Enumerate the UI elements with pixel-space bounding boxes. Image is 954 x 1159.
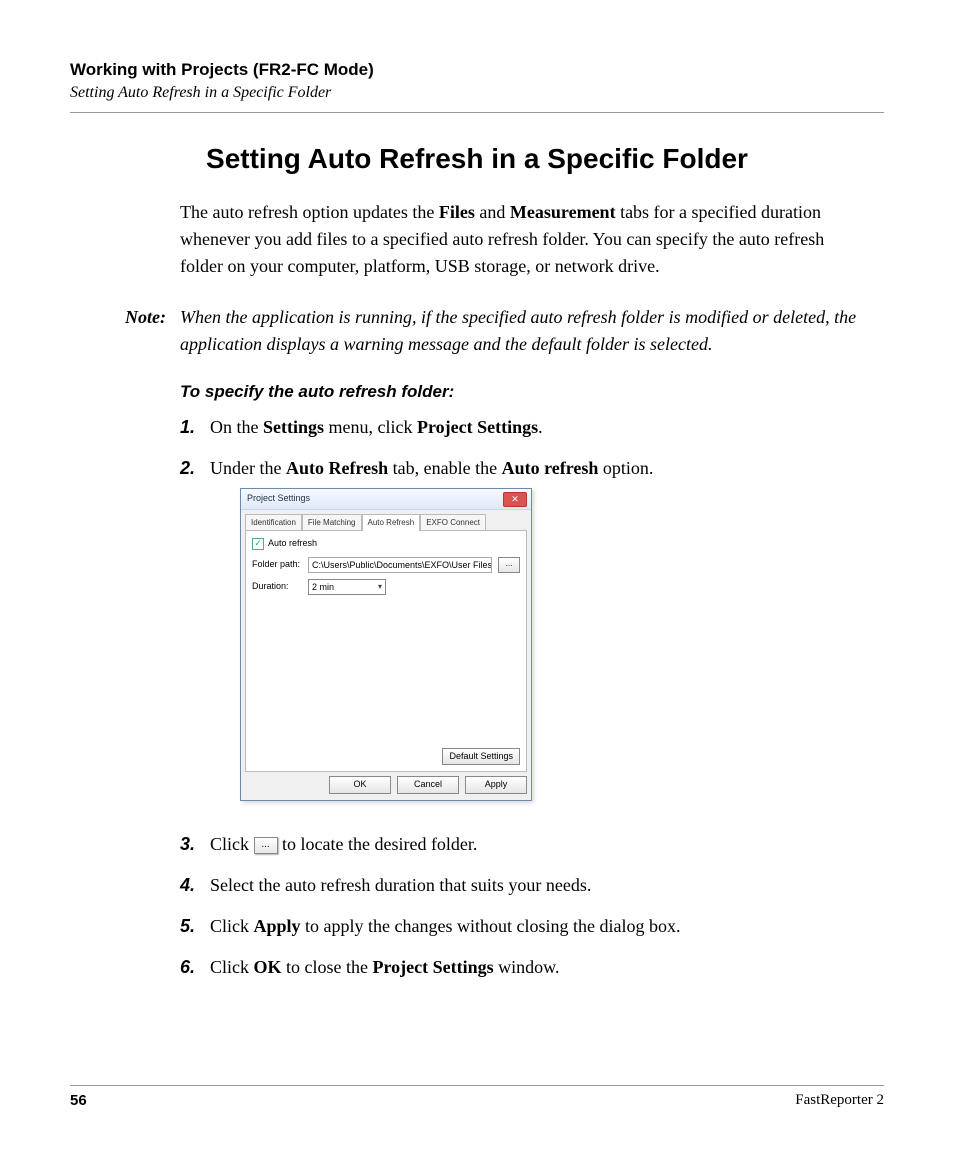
step-bold: Auto refresh <box>502 458 599 478</box>
step-bold: Apply <box>254 916 301 936</box>
step-text: to close the <box>282 957 373 977</box>
header-divider <box>70 112 884 113</box>
note-label: Note: <box>70 304 180 358</box>
cancel-button[interactable]: Cancel <box>397 776 459 794</box>
step-text: Under the <box>210 458 286 478</box>
intro-text: and <box>475 202 510 222</box>
step-text: Click <box>210 916 254 936</box>
default-settings-button[interactable]: Default Settings <box>442 748 520 766</box>
page-title: Setting Auto Refresh in a Specific Folde… <box>70 143 884 175</box>
step-number: 6. <box>180 954 210 981</box>
duration-label: Duration: <box>252 580 302 594</box>
product-name: FastReporter 2 <box>795 1092 884 1109</box>
step-1: 1. On the Settings menu, click Project S… <box>180 414 864 441</box>
step-3: 3. Click ... to locate the desired folde… <box>180 831 864 858</box>
step-number: 5. <box>180 913 210 940</box>
step-text: Click <box>210 834 254 854</box>
step-bold: Project Settings <box>373 957 494 977</box>
note-text: When the application is running, if the … <box>180 304 884 358</box>
folder-path-label: Folder path: <box>252 558 302 572</box>
tab-exfo-connect[interactable]: EXFO Connect <box>420 514 486 531</box>
step-text: On the <box>210 417 263 437</box>
page-footer: 56 FastReporter 2 <box>70 1085 884 1109</box>
step-text: window. <box>494 957 560 977</box>
intro-paragraph: The auto refresh option updates the File… <box>180 199 864 280</box>
auto-refresh-checkbox-label: Auto refresh <box>268 537 317 551</box>
tab-auto-refresh[interactable]: Auto Refresh <box>362 514 421 531</box>
step-text: option. <box>598 458 653 478</box>
dialog-titlebar: Project Settings ✕ <box>241 489 531 510</box>
step-text: . <box>538 417 543 437</box>
step-2: 2. Under the Auto Refresh tab, enable th… <box>180 455 864 817</box>
ok-button[interactable]: OK <box>329 776 391 794</box>
folder-path-field[interactable]: C:\Users\Public\Documents\EXFO\User File… <box>308 557 492 573</box>
browse-button[interactable]: ... <box>498 557 520 573</box>
project-settings-dialog: Project Settings ✕ Identification File M… <box>240 488 532 801</box>
step-bold: Auto Refresh <box>286 458 388 478</box>
step-5: 5. Click Apply to apply the changes with… <box>180 913 864 940</box>
footer-divider <box>70 1085 884 1086</box>
step-text: menu, click <box>324 417 417 437</box>
step-number: 3. <box>180 831 210 858</box>
note-block: Note: When the application is running, i… <box>70 304 884 358</box>
step-text: Click <box>210 957 254 977</box>
step-bold: Project Settings <box>417 417 538 437</box>
header-breadcrumb: Working with Projects (FR2-FC Mode) <box>70 60 884 80</box>
intro-bold-files: Files <box>439 202 475 222</box>
tab-identification[interactable]: Identification <box>245 514 302 531</box>
dialog-title: Project Settings <box>245 492 310 506</box>
browse-icon: ... <box>254 837 278 854</box>
step-bold: Settings <box>263 417 324 437</box>
step-bold: OK <box>254 957 282 977</box>
tab-file-matching[interactable]: File Matching <box>302 514 362 531</box>
duration-select[interactable]: 2 min <box>308 579 386 595</box>
auto-refresh-checkbox[interactable]: ✓ <box>252 538 264 550</box>
intro-text: The auto refresh option updates the <box>180 202 439 222</box>
step-number: 2. <box>180 455 210 817</box>
close-button[interactable]: ✕ <box>503 492 527 507</box>
intro-bold-measurement: Measurement <box>510 202 616 222</box>
step-text: to apply the changes without closing the… <box>301 916 681 936</box>
step-text: tab, enable the <box>388 458 501 478</box>
page-number: 56 <box>70 1092 87 1109</box>
apply-button[interactable]: Apply <box>465 776 527 794</box>
step-number: 1. <box>180 414 210 441</box>
step-text: to locate the desired folder. <box>282 834 477 854</box>
step-4: 4. Select the auto refresh duration that… <box>180 872 864 899</box>
step-6: 6. Click OK to close the Project Setting… <box>180 954 864 981</box>
step-text: Select the auto refresh duration that su… <box>210 872 864 899</box>
header-subtitle: Setting Auto Refresh in a Specific Folde… <box>70 84 884 102</box>
step-number: 4. <box>180 872 210 899</box>
procedure-title: To specify the auto refresh folder: <box>180 382 864 402</box>
